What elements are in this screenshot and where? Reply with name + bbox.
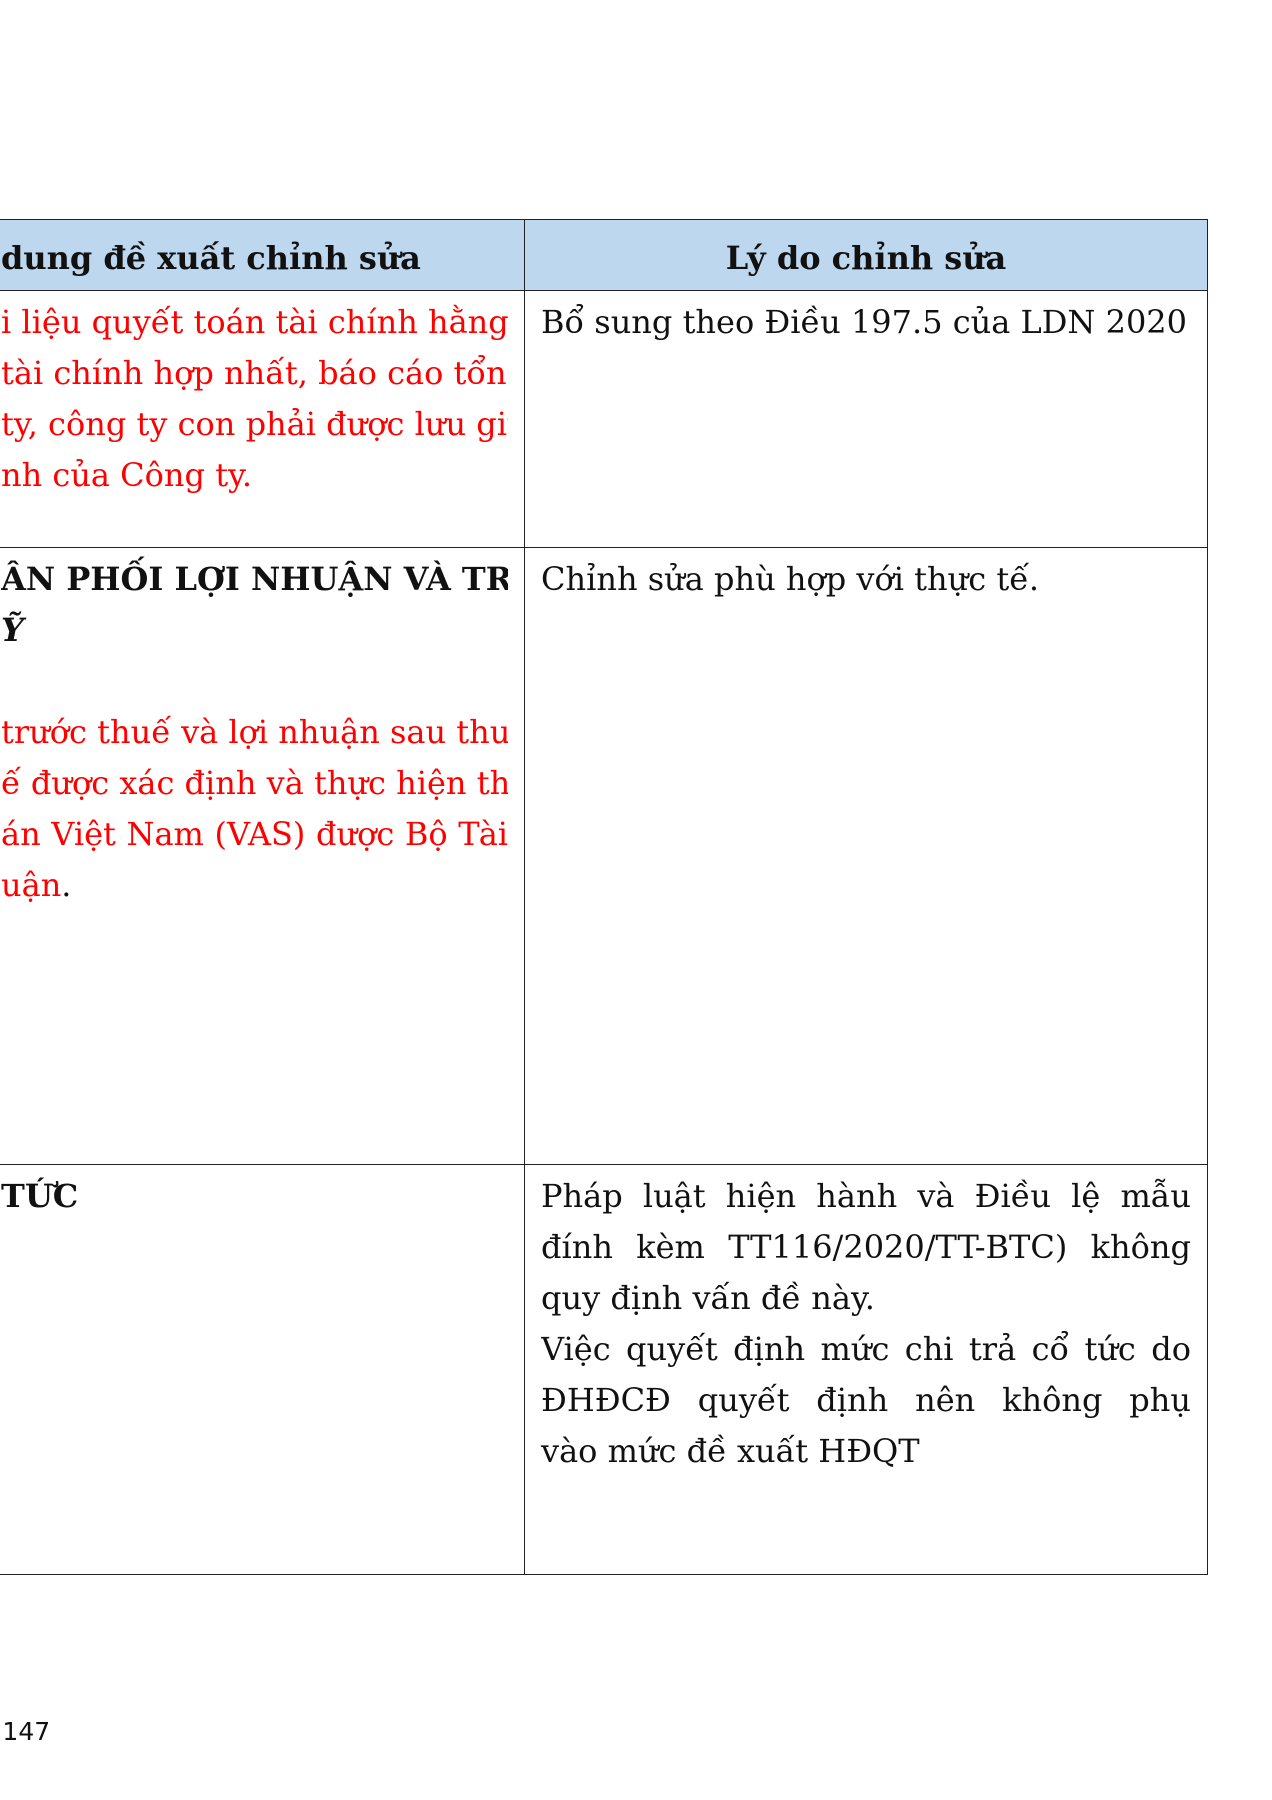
table-row: ÂN PHỐI LỢI NHUẬN VÀ TRÍCH Ỹ trước thuế … [0,547,1208,1165]
text-line: Việc quyết định mức chi trả cổ tức do [541,1330,1191,1368]
row-2-reason: Chỉnh sửa phù hợp với thực tế. [524,547,1208,1165]
row-3-proposed-content: TỨC [0,1164,525,1575]
text-line: vào mức đề xuất HĐQT [541,1432,920,1470]
text-line: nh của Công ty. [1,456,253,494]
text-line: Bổ sung theo Điều 197.5 của LDN 2020 [541,303,1188,341]
page-number-text: /147 [2,1717,51,1746]
section-heading: TỨC [1,1177,79,1215]
text-line: Pháp luật hiện hành và Điều lệ mẫu (PL1 [541,1177,1191,1215]
header-reason: Lý do chỉnh sửa [524,219,1208,291]
text-line: ế được xác định và thực hiện theo [1,764,508,802]
text-line: quy định vấn đề này. [541,1279,875,1317]
section-heading: Ỹ [1,611,24,649]
row-1-reason: Bổ sung theo Điều 197.5 của LDN 2020 [524,290,1208,548]
document-table: dung đề xuất chỉnh sửa Lý do chỉnh sửa i… [0,219,1208,1575]
header-reason-label: Lý do chỉnh sửa [725,239,1007,277]
header-proposed-content-label: dung đề xuất chỉnh sửa [1,239,421,277]
text-line: i liệu quyết toán tài chính hằng [1,303,508,341]
text-line: tài chính hợp nhất, báo cáo tổng [1,354,508,392]
table-header-row: dung đề xuất chỉnh sửa Lý do chỉnh sửa [0,219,1208,291]
text-line: uận. [1,860,508,911]
header-proposed-content: dung đề xuất chỉnh sửa [0,219,525,291]
row-1-proposed-content: i liệu quyết toán tài chính hằng tài chí… [0,290,525,548]
table-row: TỨC Pháp luật hiện hành và Điều lệ mẫu (… [0,1164,1208,1575]
text-line: án Việt Nam (VAS) được Bộ Tài [1,815,508,853]
page-number: /147 [2,1717,51,1746]
text-line: Chỉnh sửa phù hợp với thực tế. [541,560,1040,598]
text-line: ty, công ty con phải được lưu giữ [1,405,508,443]
text-line: đính kèm TT116/2020/TT-BTC) không [541,1228,1191,1266]
punctuation: . [61,866,72,904]
table-row: i liệu quyết toán tài chính hằng tài chí… [0,290,1208,548]
row-3-reason: Pháp luật hiện hành và Điều lệ mẫu (PL1 … [524,1164,1208,1575]
text-line: trước thuế và lợi nhuận sau thuế [1,713,508,751]
row-2-proposed-content: ÂN PHỐI LỢI NHUẬN VÀ TRÍCH Ỹ trước thuế … [0,547,525,1165]
section-heading: ÂN PHỐI LỢI NHUẬN VÀ TRÍCH [1,560,508,598]
text-line: ĐHĐCĐ quyết định nên không phụ thuộc [541,1381,1191,1419]
text-fragment: uận [1,866,62,904]
